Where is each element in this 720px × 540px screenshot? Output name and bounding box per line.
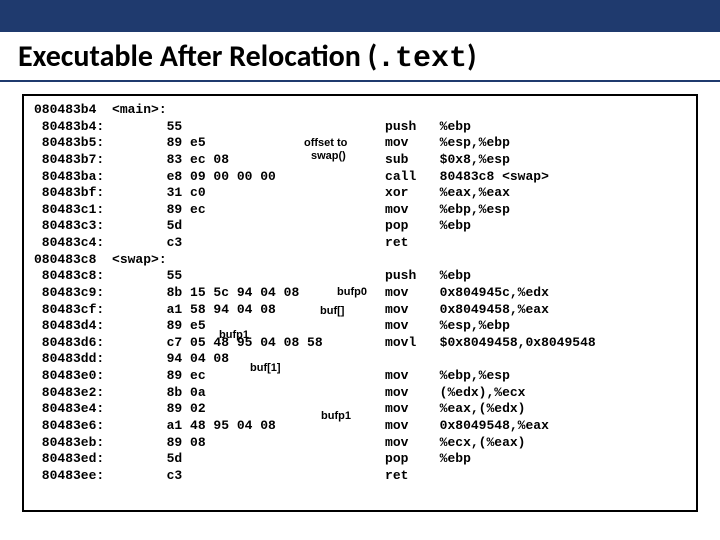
disasm-row: 80483c8: 55 push %ebp [34, 268, 686, 285]
disasm-row: 80483b4: 55 push %ebp [34, 119, 686, 136]
disasm-row: 80483e6: a1 48 95 04 08 mov 0x8049548,%e… [34, 418, 686, 435]
disasm-row: 80483e2: 8b 0a mov (%edx),%ecx [34, 385, 686, 402]
disasm-row: 80483c1: 89 ec mov %ebp,%esp [34, 202, 686, 219]
disasm-row: 80483e0: 89 ec mov %ebp,%esp [34, 368, 686, 385]
disasm-row: 80483d6: c7 05 48 95 04 08 58 movl $0x80… [34, 335, 686, 352]
disasm-row: 80483bf: 31 c0 xor %eax,%eax [34, 185, 686, 202]
disasm-row: 80483e4: 89 02 mov %eax,(%edx) [34, 401, 686, 418]
disasm-row: 80483c3: 5d pop %ebp [34, 218, 686, 235]
top-blue-bar [0, 0, 720, 32]
disasm-row: 80483c9: 8b 15 5c 94 04 08 mov 0x804945c… [34, 285, 686, 302]
title-mono: .text [377, 42, 467, 76]
disasm-row: 80483b7: 83 ec 08 sub $0x8,%esp [34, 152, 686, 169]
disasm-row: 80483cf: a1 58 94 04 08 mov 0x8049458,%e… [34, 302, 686, 319]
disasm-row: 80483c4: c3 ret [34, 235, 686, 252]
disassembly-box: offset to swap() bufp0 buf[] bufp1 buf[1… [22, 94, 698, 512]
disasm-row: 80483d4: 89 e5 mov %esp,%ebp [34, 318, 686, 335]
disasm-row: 80483dd: 94 04 08 [34, 351, 686, 368]
disasm-row: 80483ed: 5d pop %ebp [34, 451, 686, 468]
disasm-row: 080483c8 <swap>: [34, 252, 686, 269]
disasm-row: 80483eb: 89 08 mov %ecx,(%eax) [34, 435, 686, 452]
disasm-row: 80483ee: c3 ret [34, 468, 686, 485]
title-prefix: Executable After Relocation ( [18, 38, 377, 75]
title-suffix: ) [467, 38, 476, 75]
slide-title: Executable After Relocation (.text) [0, 32, 720, 82]
disasm-row: 080483b4 <main>: [34, 102, 686, 119]
disasm-row: 80483ba: e8 09 00 00 00 call 80483c8 <sw… [34, 169, 686, 186]
disasm-row: 80483b5: 89 e5 mov %esp,%ebp [34, 135, 686, 152]
